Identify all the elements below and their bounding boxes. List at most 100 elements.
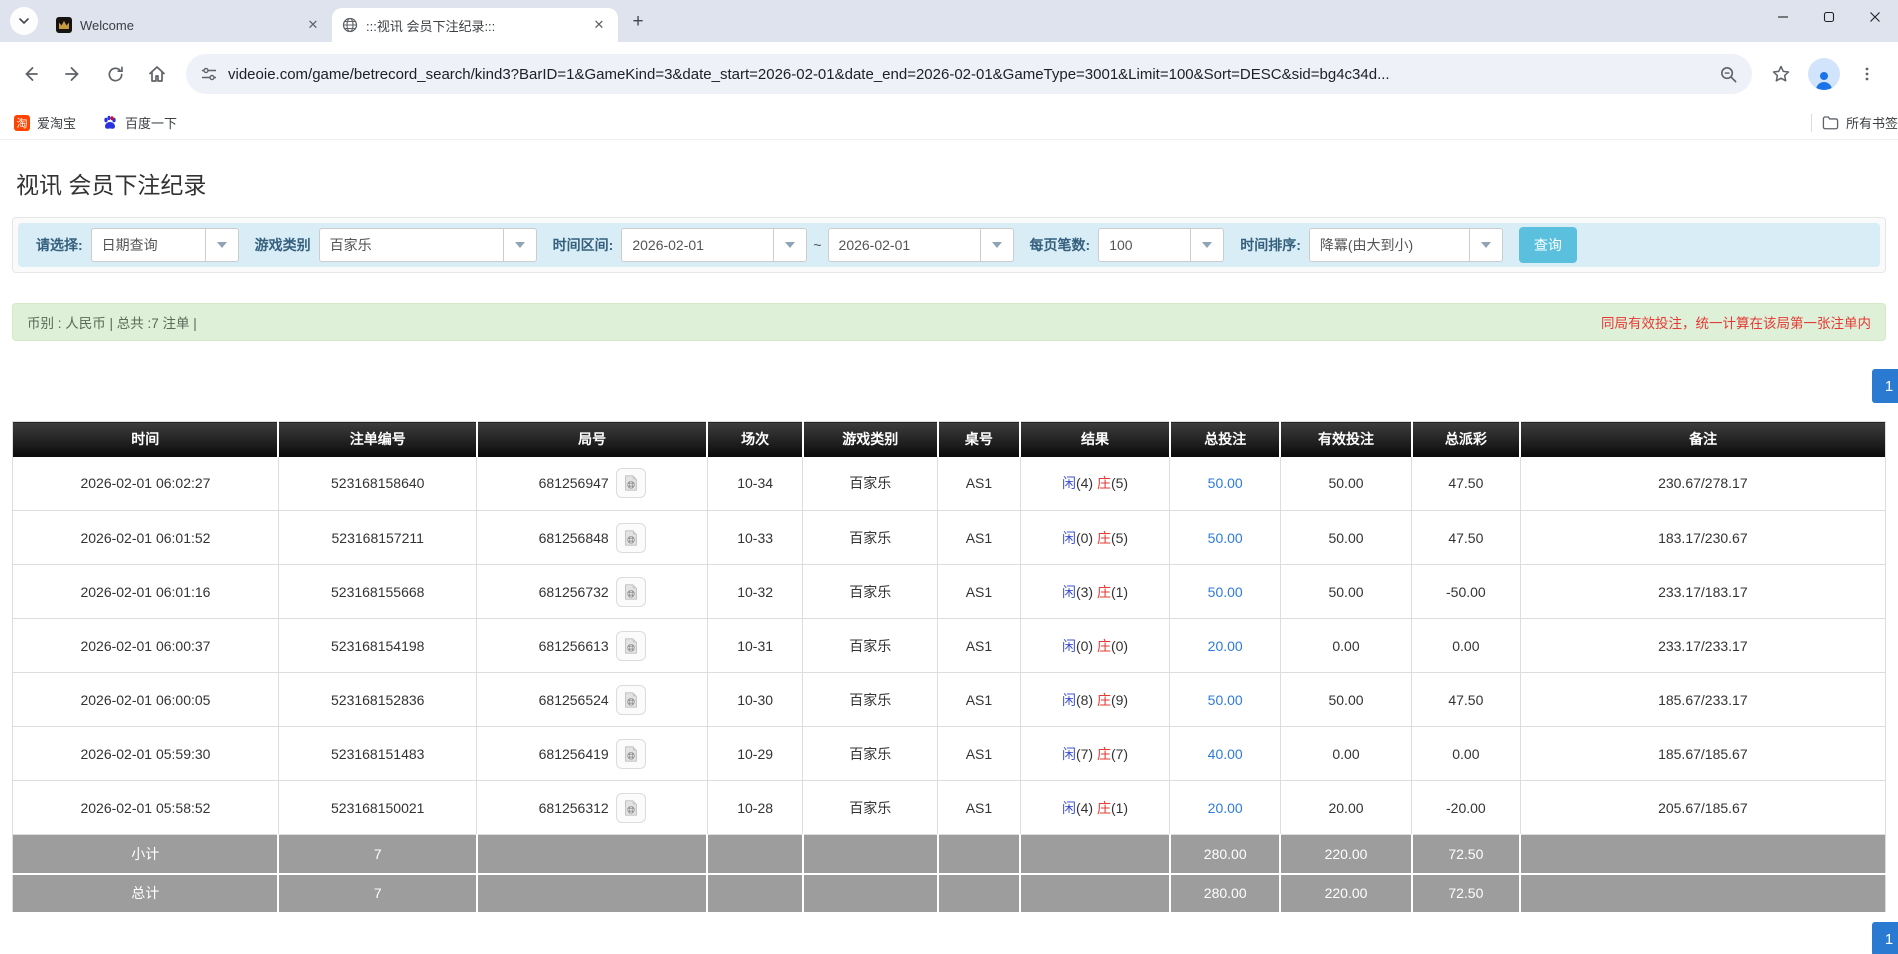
divider: [1810, 113, 1812, 132]
tab-betrecord[interactable]: :::视讯 会员下注纪录::: ✕: [332, 8, 618, 42]
column-header: 桌号: [937, 421, 1022, 457]
page-size-label: 每页笔数:: [1029, 237, 1091, 253]
cell-valid-bet: 20.00: [1280, 780, 1413, 835]
total-bet-link[interactable]: 20.00: [1208, 800, 1243, 816]
column-header: 结果: [1020, 421, 1171, 457]
footer-cell: 220.00: [1280, 873, 1413, 914]
video-record-icon: [624, 583, 637, 600]
chevron-down-icon[interactable]: [773, 229, 806, 261]
banker-result: 庄: [1096, 475, 1111, 492]
cell-bet-id: 523168158640: [278, 456, 478, 511]
footer-cell: [937, 873, 1022, 914]
bookmark-star-button[interactable]: [1762, 55, 1800, 93]
url-bar[interactable]: videoie.com/game/betrecord_search/kind3?…: [186, 54, 1752, 94]
page-size-value: 100: [1109, 237, 1133, 253]
cell-bet-id: 523168151483: [278, 726, 478, 781]
chevron-down-icon[interactable]: [979, 229, 1013, 261]
close-window-button[interactable]: [1852, 0, 1898, 34]
video-record-icon: [624, 799, 637, 816]
chevron-down-icon[interactable]: [1190, 229, 1223, 261]
watch-video-button[interactable]: [615, 792, 646, 823]
bookmark-baidu[interactable]: 百度一下: [102, 113, 177, 132]
column-header: 局号: [476, 421, 709, 457]
url-text[interactable]: videoie.com/game/betrecord_search/kind3?…: [228, 66, 1719, 83]
minimize-button[interactable]: [1760, 0, 1806, 34]
all-bookmarks-label: 所有书签: [1845, 116, 1898, 131]
cell-table: AS1: [937, 456, 1021, 511]
tab-search-button[interactable]: [10, 7, 38, 35]
watch-video-button[interactable]: [615, 576, 646, 607]
cell-result: 闲(4) 庄(1): [1020, 780, 1171, 835]
round-number: 681256312: [538, 799, 609, 816]
column-header: 时间: [12, 421, 280, 457]
footer-cell: [1020, 873, 1171, 914]
player-result: 闲: [1061, 691, 1076, 708]
cell-time: 2026-02-01 06:00:37: [12, 618, 279, 673]
site-settings-icon[interactable]: [200, 65, 218, 83]
all-bookmarks-button[interactable]: 所有书签: [1822, 113, 1898, 132]
game-category-dropdown[interactable]: 百家乐: [318, 228, 537, 262]
cell-payout: 0.00: [1411, 618, 1521, 673]
total-bet-link[interactable]: 50.00: [1208, 692, 1243, 708]
total-bet-link[interactable]: 50.00: [1208, 530, 1243, 546]
watch-video-button[interactable]: [615, 468, 646, 499]
pagination-page-1-top[interactable]: 1: [1872, 369, 1898, 403]
cell-payout: 0.00: [1411, 726, 1521, 781]
sort-dropdown[interactable]: 降冪(由大到小): [1308, 228, 1503, 262]
player-result: 闲: [1061, 799, 1076, 816]
tab-close-icon[interactable]: ✕: [304, 16, 322, 34]
maximize-button[interactable]: [1806, 0, 1852, 34]
footer-cell: [937, 834, 1022, 875]
back-button[interactable]: [12, 55, 50, 93]
watch-video-button[interactable]: [615, 738, 646, 769]
watch-video-button[interactable]: [615, 630, 646, 661]
total-bet-link[interactable]: 50.00: [1208, 584, 1243, 600]
bookmark-taobao[interactable]: 淘 爱淘宝: [14, 113, 76, 132]
total-bet-link[interactable]: 50.00: [1208, 475, 1243, 491]
cell-result: 闲(7) 庄(7): [1020, 726, 1171, 781]
pagination-page-1-bottom[interactable]: 1: [1872, 922, 1898, 954]
player-result: 闲: [1061, 745, 1076, 762]
zoom-icon[interactable]: [1719, 65, 1738, 84]
browser-menu-button[interactable]: [1848, 55, 1886, 93]
banker-result: 庄: [1096, 637, 1111, 654]
table-row: 2026-02-01 05:58:52 523168150021 681256312…: [12, 780, 1886, 835]
cell-round: 681256848: [476, 510, 708, 565]
cell-game: 百家乐: [802, 564, 939, 619]
cell-result: 闲(0) 庄(5): [1020, 510, 1171, 565]
total-bet-link[interactable]: 40.00: [1208, 746, 1243, 762]
chevron-down-icon[interactable]: [502, 229, 536, 261]
cell-note: 205.67/185.67: [1520, 780, 1886, 835]
search-button[interactable]: 查询: [1518, 227, 1577, 263]
chevron-down-icon[interactable]: [204, 229, 238, 261]
cell-valid-bet: 50.00: [1280, 672, 1413, 727]
cell-valid-bet: 50.00: [1280, 456, 1413, 511]
query-type-dropdown[interactable]: 日期查询: [90, 228, 239, 262]
footer-cell: 72.50: [1411, 873, 1522, 914]
tab-welcome[interactable]: Welcome ✕: [46, 8, 332, 42]
date-end-dropdown[interactable]: 2026-02-01: [827, 228, 1014, 262]
new-tab-button[interactable]: +: [624, 8, 652, 36]
column-header: 备注: [1520, 421, 1886, 457]
time-range-label: 时间区间:: [552, 237, 614, 253]
forward-button[interactable]: [54, 55, 92, 93]
bookmarks-bar-right: 所有书签: [1810, 113, 1898, 132]
cell-valid-bet: 0.00: [1280, 618, 1413, 673]
watch-video-button[interactable]: [615, 684, 646, 715]
cell-time: 2026-02-01 06:01:16: [12, 564, 279, 619]
page-size-dropdown[interactable]: 100: [1098, 228, 1225, 262]
query-type-value: 日期查询: [101, 237, 158, 253]
chevron-down-icon[interactable]: [1468, 229, 1502, 261]
profile-avatar[interactable]: [1808, 58, 1840, 90]
date-start-dropdown[interactable]: 2026-02-01: [621, 228, 808, 262]
total-bet-link[interactable]: 20.00: [1208, 638, 1243, 654]
total-row: 总计 7 280.00 220.00 72.50: [12, 873, 1886, 914]
tab-close-icon[interactable]: ✕: [590, 16, 608, 34]
globe-icon: [342, 17, 358, 33]
home-button[interactable]: [138, 55, 176, 93]
reload-button[interactable]: [96, 55, 134, 93]
cell-session: 10-31: [707, 618, 804, 673]
cell-note: 185.67/233.17: [1520, 672, 1886, 727]
footer-cell: 280.00: [1169, 834, 1282, 875]
watch-video-button[interactable]: [615, 522, 646, 553]
